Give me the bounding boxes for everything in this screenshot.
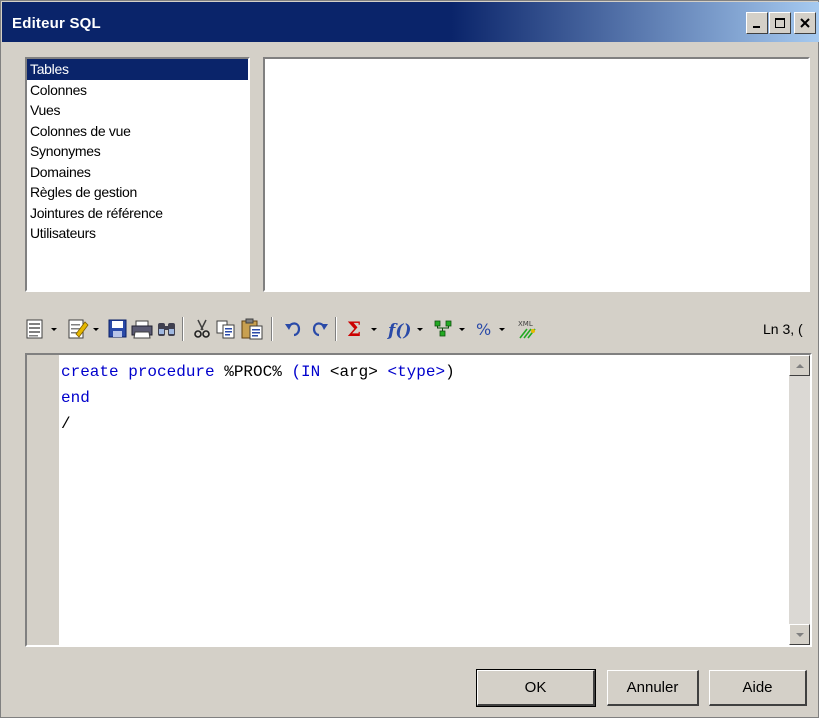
sum-icon: Σ <box>347 317 377 341</box>
print-icon <box>131 320 153 339</box>
minimize-icon <box>753 26 760 28</box>
undo-button[interactable] <box>283 311 305 347</box>
copy-icon <box>216 320 235 339</box>
sql-code-text[interactable]: create procedure %PROC% (IN <arg> <type>… <box>61 359 784 437</box>
print-button[interactable] <box>130 311 154 347</box>
editor-toolbar: Σ f() % XML Ln 3, ( <box>25 311 815 347</box>
editor-menu-icon <box>26 319 57 339</box>
code-line: create procedure %PROC% (IN <arg> <type>… <box>61 359 784 385</box>
sql-editor-dialog: Editeur SQL Tables Colonnes Vues Colonnes d… <box>0 0 819 718</box>
svg-text:%: % <box>476 320 491 339</box>
svg-text:XML: XML <box>518 320 533 328</box>
code-line: end <box>61 385 784 411</box>
close-icon <box>800 18 810 28</box>
minimize-button[interactable] <box>746 12 768 34</box>
scroll-down-button[interactable] <box>789 624 810 645</box>
object-type-item[interactable]: Colonnes de vue <box>27 121 248 142</box>
object-type-list[interactable]: Tables Colonnes Vues Colonnes de vue Synonym… <box>25 57 250 292</box>
copy-button[interactable] <box>214 311 238 347</box>
variables-icon <box>434 320 465 337</box>
editor-gutter <box>27 355 59 645</box>
save-icon <box>108 319 127 338</box>
sql-text: ) <box>445 363 455 381</box>
object-type-item[interactable]: Jointures de référence <box>27 203 248 224</box>
sql-keyword: <type> <box>387 363 446 381</box>
object-type-item[interactable]: Synonymes <box>27 141 248 162</box>
object-type-item[interactable]: Tables <box>27 59 248 80</box>
svg-text:f(): f() <box>387 321 411 341</box>
window-title: Editeur SQL <box>12 15 101 32</box>
function-button[interactable]: f() <box>387 311 427 347</box>
redo-icon <box>312 322 328 337</box>
macro-icon: % <box>476 320 505 339</box>
edit-button[interactable] <box>67 311 103 347</box>
edit-icon <box>68 319 99 339</box>
object-type-item[interactable]: Colonnes <box>27 80 248 101</box>
cancel-button[interactable]: Annuler <box>607 670 699 706</box>
sql-keyword: create procedure <box>61 363 215 381</box>
arrow-down-icon <box>795 632 804 637</box>
ok-button[interactable]: OK <box>476 669 596 707</box>
object-type-items: Tables Colonnes Vues Colonnes de vue Synonym… <box>27 59 248 244</box>
object-type-item[interactable]: Vues <box>27 100 248 121</box>
close-button[interactable] <box>794 12 816 34</box>
sql-text: %PROC% <box>214 363 292 381</box>
macro-button[interactable]: % <box>473 311 509 347</box>
maximize-icon <box>775 18 785 28</box>
object-type-item[interactable]: Règles de gestion <box>27 182 248 203</box>
help-button[interactable]: Aide <box>709 670 807 706</box>
editor-menu-button[interactable] <box>25 311 61 347</box>
toolbar-separator <box>271 317 273 341</box>
xml-button[interactable]: XML <box>515 311 541 347</box>
function-icon: f() <box>387 321 423 341</box>
undo-icon <box>285 322 301 337</box>
sql-code-editor[interactable]: create procedure %PROC% (IN <arg> <type>… <box>25 353 812 647</box>
paste-icon <box>241 318 263 340</box>
sql-keyword: (IN <box>291 363 321 381</box>
find-button[interactable] <box>155 311 179 347</box>
toolbar-separator <box>182 317 184 341</box>
vertical-scrollbar[interactable] <box>789 355 810 645</box>
object-type-item[interactable]: Utilisateurs <box>27 223 248 244</box>
variables-button[interactable] <box>433 311 469 347</box>
maximize-button[interactable] <box>769 12 791 34</box>
title-bar[interactable]: Editeur SQL <box>2 2 819 42</box>
arrow-up-icon <box>795 363 804 368</box>
find-icon <box>158 323 175 336</box>
object-preview-pane[interactable] <box>263 57 810 292</box>
svg-text:Σ: Σ <box>347 317 361 341</box>
sql-text: <arg> <box>320 363 388 381</box>
sum-button[interactable]: Σ <box>345 311 381 347</box>
cut-button[interactable] <box>191 311 213 347</box>
cursor-position-status: Ln 3, ( <box>763 321 803 337</box>
toolbar-separator <box>335 317 337 341</box>
paste-button[interactable] <box>240 311 266 347</box>
sql-keyword: end <box>61 389 90 407</box>
sql-text: / <box>61 415 71 433</box>
xml-icon: XML <box>518 320 536 339</box>
object-type-item[interactable]: Domaines <box>27 162 248 183</box>
scroll-up-button[interactable] <box>789 355 810 376</box>
redo-button[interactable] <box>308 311 330 347</box>
cut-icon <box>194 319 210 338</box>
save-button[interactable] <box>107 311 129 347</box>
code-line: / <box>61 411 784 437</box>
